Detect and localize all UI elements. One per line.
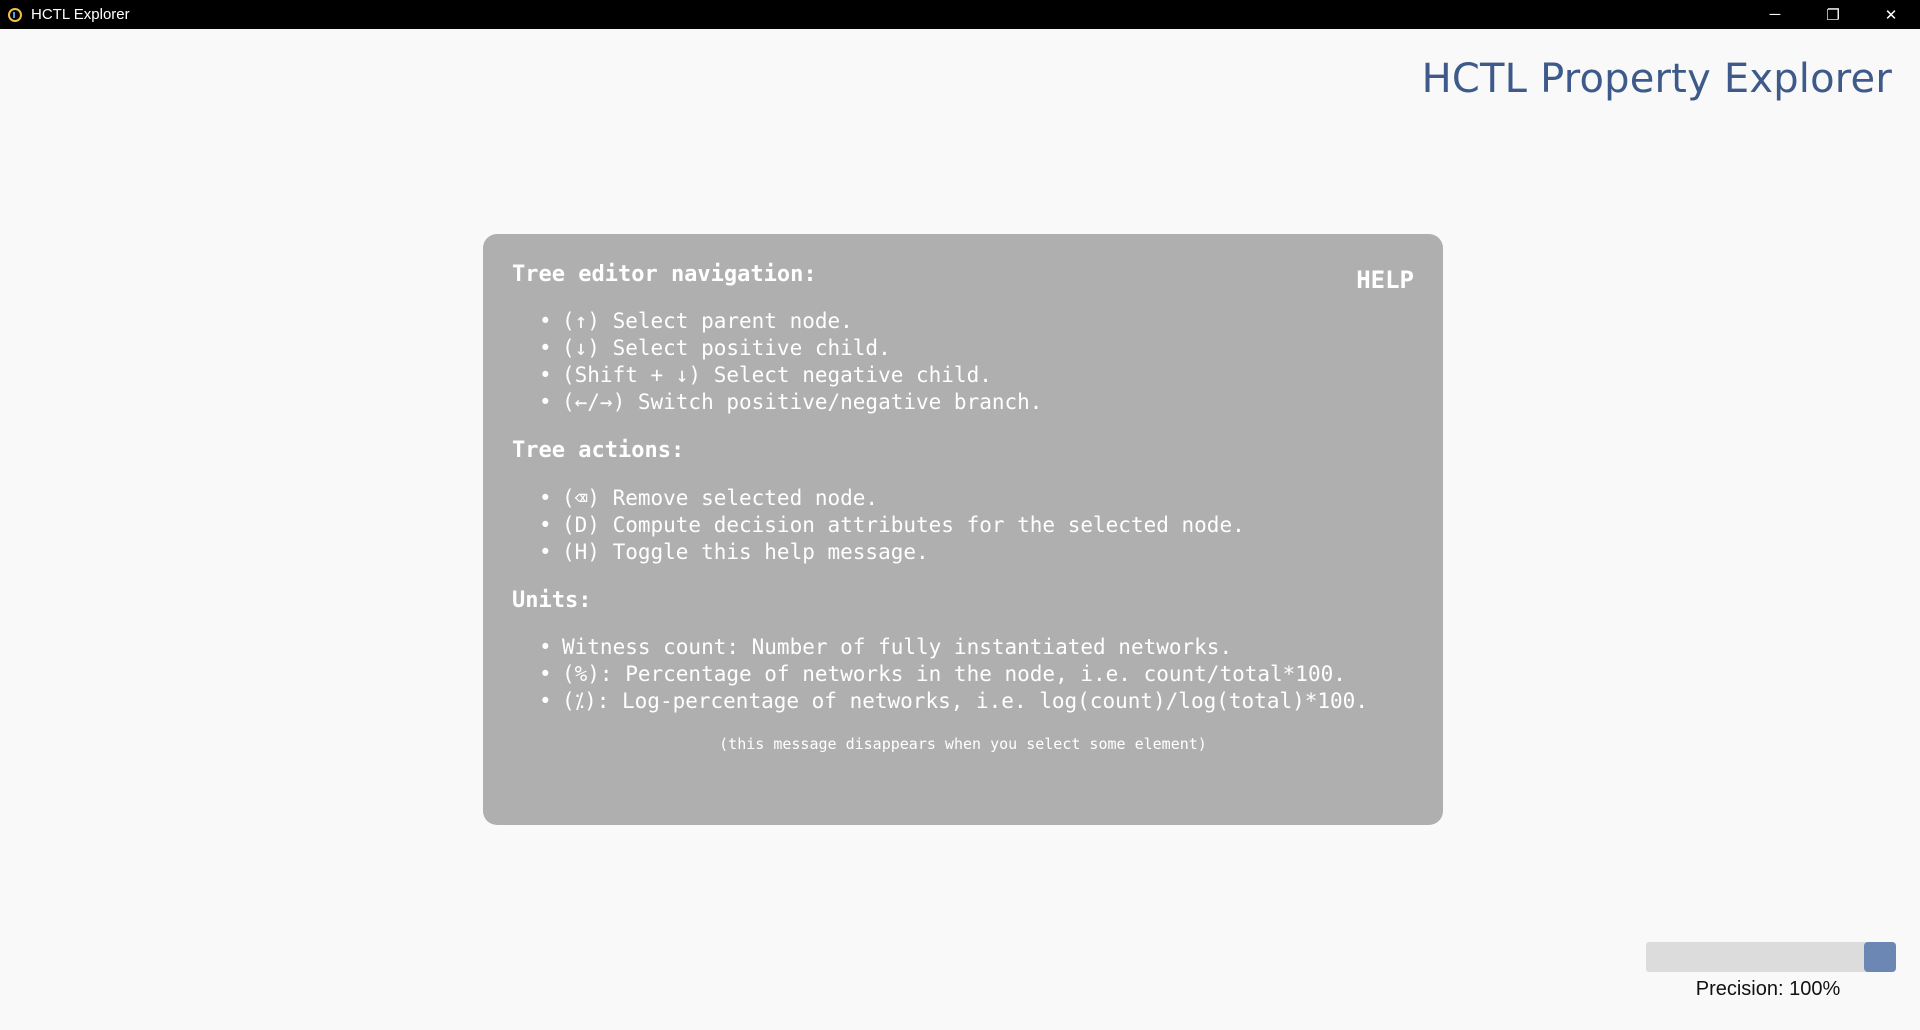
close-button[interactable]: ✕ [1862,0,1920,29]
restore-icon: ❐ [1826,6,1840,24]
close-icon: ✕ [1884,6,1898,24]
window-controls: ─ ❐ ✕ [1746,0,1920,29]
help-badge: HELP [1356,266,1414,294]
help-footer-note: (this message disappears when you select… [719,735,1207,754]
help-panel: HELP Tree editor navigation: (↑) Select … [483,234,1443,825]
list-item: Witness count: Number of fully instantia… [512,634,1414,661]
list-item: (D) Compute decision attributes for the … [512,512,1414,539]
minimize-button[interactable]: ─ [1746,0,1804,29]
minimize-icon: ─ [1769,6,1781,23]
navigation-list: (↑) Select parent node. (↓) Select posit… [512,308,1414,416]
restore-button[interactable]: ❐ [1804,0,1862,29]
app-heading: HCTL Property Explorer [1421,56,1892,102]
section-heading-units: Units: [512,587,592,613]
list-item: (H) Toggle this help message. [512,539,1414,566]
window-titlebar: HCTL Explorer ─ ❐ ✕ [0,0,1920,29]
precision-slider[interactable] [1646,942,1896,972]
section-heading-actions: Tree actions: [512,438,685,464]
window-title: HCTL Explorer [31,6,130,23]
list-item: (⁒): Log-percentage of networks, i.e. lo… [512,688,1414,715]
list-item: (←/→) Switch positive/negative branch. [512,389,1414,416]
actions-list: (⌫) Remove selected node. (D) Compute de… [512,485,1414,566]
app-logo-icon [8,7,22,22]
section-heading-navigation: Tree editor navigation: [512,262,817,287]
list-item: (⌫) Remove selected node. [512,485,1414,512]
list-item: (↑) Select parent node. [512,308,1414,335]
precision-slider-handle[interactable] [1864,942,1896,972]
list-item: (%): Percentage of networks in the node,… [512,661,1414,688]
precision-label: Precision: 100% [1695,978,1841,1000]
units-list: Witness count: Number of fully instantia… [512,634,1414,715]
list-item: (↓) Select positive child. [512,335,1414,362]
list-item: (Shift + ↓) Select negative child. [512,362,1414,389]
